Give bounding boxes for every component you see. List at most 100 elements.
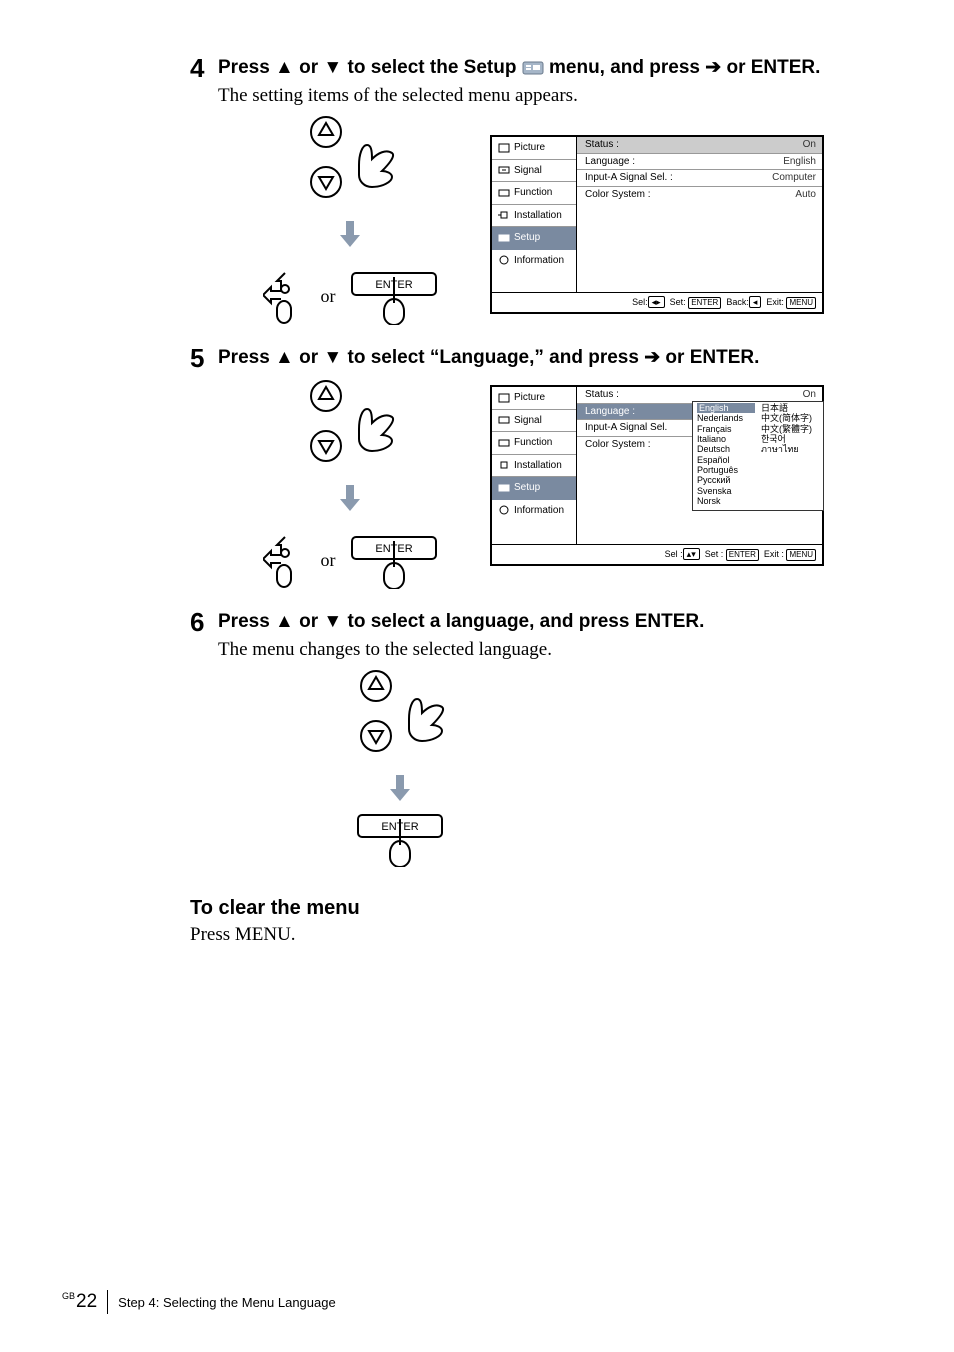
down-arrow-icon: ▼ bbox=[323, 55, 342, 81]
row-value: Computer bbox=[772, 172, 816, 184]
menu-item-installation: Installation bbox=[492, 205, 576, 228]
or-label: or bbox=[321, 550, 336, 571]
row-language: Language :English bbox=[577, 154, 822, 171]
row-value: English bbox=[783, 156, 816, 168]
foot-set: Set : bbox=[705, 549, 724, 559]
t-seg: Press bbox=[218, 611, 275, 632]
t-seg: or bbox=[299, 611, 323, 632]
arrow-keys-icon: ◂▸ bbox=[648, 296, 665, 308]
t-seg: to select the Setup bbox=[348, 57, 522, 78]
row-key: Status : bbox=[585, 389, 619, 401]
foot-sel: Sel : bbox=[665, 549, 683, 559]
row-value: On bbox=[803, 139, 816, 151]
menu-item-label: Installation bbox=[514, 210, 562, 222]
step-number: 4 bbox=[190, 55, 218, 81]
menu-item-signal: Signal bbox=[492, 410, 576, 433]
step-title: Press ▲ or ▼ to select “Language,” and p… bbox=[218, 345, 759, 371]
foot-set: Set: bbox=[670, 297, 686, 307]
foot-exit: Exit : bbox=[764, 549, 784, 559]
lang-option bbox=[761, 455, 819, 465]
menu-item-label: Setup bbox=[514, 232, 540, 244]
t-seg: or bbox=[299, 57, 323, 78]
key-enter: ENTER bbox=[688, 297, 721, 309]
lang-option: Italiano bbox=[697, 434, 755, 444]
lang-option: Nederlands bbox=[697, 413, 755, 423]
right-arrow-icon: ➔ bbox=[705, 55, 721, 81]
flow-arrow-icon bbox=[337, 483, 363, 513]
row-key: Input-A Signal Sel. bbox=[585, 422, 667, 434]
down-button-icon bbox=[309, 429, 343, 463]
row-key: Language : bbox=[585, 406, 635, 418]
step-description: The menu changes to the selected languag… bbox=[218, 639, 874, 661]
step-number: 5 bbox=[190, 345, 218, 371]
page-footer: GB 22 Step 4: Selecting the Menu Languag… bbox=[62, 1290, 336, 1314]
menu-item-label: Installation bbox=[514, 460, 562, 472]
menu-panel-step4: Picture Signal Function Installation Set… bbox=[490, 135, 824, 314]
lang-option: ภาษาไทย bbox=[761, 444, 819, 454]
menu-item-picture: Picture bbox=[492, 137, 576, 160]
lang-option: Deutsch bbox=[697, 444, 755, 454]
step-number: 6 bbox=[190, 609, 218, 635]
menu-sidebar: Picture Signal Function Installation Set… bbox=[492, 137, 577, 292]
lang-option: Português bbox=[697, 465, 755, 475]
clear-menu-heading: To clear the menu bbox=[190, 897, 894, 920]
row-key: Color System : bbox=[585, 439, 651, 451]
menu-footer: Sel :▴▾ Set : ENTER Exit : MENU bbox=[492, 544, 822, 564]
enter-button-icon: ENTER bbox=[350, 267, 438, 325]
t-seg: to select “Language,” and press bbox=[348, 347, 645, 368]
down-button-icon bbox=[359, 719, 393, 753]
row-key: Input-A Signal Sel. : bbox=[585, 172, 673, 184]
right-arrow-icon: ➔ bbox=[644, 345, 660, 371]
menu-item-information: Information bbox=[492, 500, 576, 522]
menu-item-label: Picture bbox=[514, 392, 545, 404]
enter-button-icon: ENTER bbox=[350, 531, 438, 589]
lang-option: English bbox=[697, 403, 755, 413]
lang-option: 한국어 bbox=[761, 434, 819, 444]
up-arrow-icon: ▲ bbox=[275, 55, 294, 81]
menu-item-label: Picture bbox=[514, 142, 545, 154]
step5-figure: or ENTER Picture S bbox=[250, 379, 874, 589]
menu-item-function: Function bbox=[492, 182, 576, 205]
step-6: 6 Press ▲ or ▼ to select a language, and… bbox=[190, 609, 874, 867]
down-arrow-icon: ▼ bbox=[323, 345, 342, 371]
down-arrow-icon: ▼ bbox=[323, 609, 342, 635]
step-title: Press ▲ or ▼ to select a language, and p… bbox=[218, 609, 704, 635]
step4-figure: or ENTER Picture S bbox=[250, 115, 874, 325]
lang-option: 中文(繁體字) bbox=[761, 424, 819, 434]
back-key-icon: ◂ bbox=[749, 296, 762, 308]
menu-item-signal: Signal bbox=[492, 160, 576, 183]
language-dropdown: English日本語 Nederlands中文(简体字) Français中文(… bbox=[692, 401, 824, 511]
remote-controls: or ENTER bbox=[250, 379, 450, 589]
key-menu: MENU bbox=[786, 297, 816, 309]
step-head: 5 Press ▲ or ▼ to select “Language,” and… bbox=[190, 345, 874, 371]
up-button-icon bbox=[309, 379, 343, 413]
up-button-icon bbox=[359, 669, 393, 703]
up-down-buttons bbox=[295, 115, 405, 215]
lang-option: Français bbox=[697, 424, 755, 434]
step-head: 6 Press ▲ or ▼ to select a language, and… bbox=[190, 609, 874, 635]
lang-option: Norsk bbox=[697, 496, 755, 506]
enter-button-icon: ENTER bbox=[356, 809, 444, 867]
step6-figure: ENTER bbox=[300, 669, 874, 867]
down-button-icon bbox=[309, 165, 343, 199]
setup-menu-icon bbox=[522, 57, 549, 78]
foot-back: Back: bbox=[726, 297, 749, 307]
page-number: 22 bbox=[76, 1291, 97, 1313]
row-key: Color System : bbox=[585, 189, 651, 201]
up-button-icon bbox=[309, 115, 343, 149]
step-4: 4 Press ▲ or ▼ to select the Setup menu,… bbox=[190, 55, 874, 325]
press-hand-icon bbox=[345, 395, 401, 459]
row-key: Status : bbox=[585, 139, 619, 151]
row-value: On bbox=[803, 389, 816, 401]
menu-item-setup: Setup bbox=[492, 477, 576, 500]
step-head: 4 Press ▲ or ▼ to select the Setup menu,… bbox=[190, 55, 874, 81]
menu-sidebar: Picture Signal Function Installation Set… bbox=[492, 387, 577, 544]
menu-footer: Sel:◂▸ Set: ENTER Back:◂ Exit: MENU bbox=[492, 292, 822, 312]
lang-option bbox=[761, 486, 819, 496]
footer-divider bbox=[107, 1290, 108, 1314]
t-seg: to select a language, and press ENTER. bbox=[348, 611, 705, 632]
step-description: The setting items of the selected menu a… bbox=[218, 85, 874, 107]
remote-controls: ENTER bbox=[300, 669, 500, 867]
lang-option bbox=[761, 475, 819, 485]
menu-item-label: Signal bbox=[514, 165, 542, 177]
